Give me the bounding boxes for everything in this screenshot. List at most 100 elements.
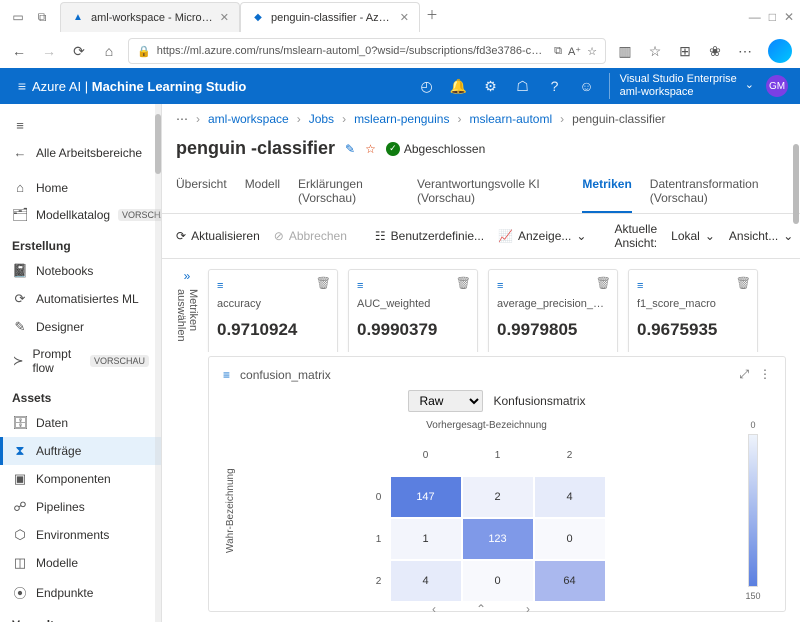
text-size-icon[interactable]: A⁺ — [568, 45, 581, 58]
window-close-icon[interactable]: ✕ — [784, 10, 794, 24]
nav-automl[interactable]: ⟳Automatisiertes ML — [0, 285, 161, 313]
smile-icon[interactable]: ☺ — [577, 78, 597, 94]
nav-refresh-icon[interactable]: ⟳ — [68, 40, 90, 62]
chevron-left-icon[interactable]: ‹ — [432, 602, 436, 616]
breadcrumb-more[interactable]: ⋯ — [176, 112, 188, 126]
metric-card[interactable]: ≡ 🗑 f1_score_macro 0.9675935 — [628, 269, 758, 352]
bing-badge-icon[interactable] — [768, 39, 792, 63]
drag-handle-icon[interactable]: ≡ — [357, 280, 363, 292]
leftnav-scrollbar[interactable] — [155, 114, 161, 174]
menu-icon[interactable]: ≡ — [12, 78, 32, 94]
favorite-star-icon[interactable]: ☆ — [365, 142, 376, 156]
delete-icon[interactable]: 🗑 — [316, 276, 331, 290]
refresh-button[interactable]: ⟳Aktualisieren — [176, 229, 260, 243]
display-button[interactable]: 📈Anzeige...⌄ — [498, 229, 586, 243]
drag-handle-icon[interactable]: ≡ — [223, 368, 230, 382]
more-icon[interactable]: ⋮ — [759, 367, 771, 382]
new-tab-button[interactable]: ＋ — [420, 2, 444, 26]
edit-title-icon[interactable]: ✎ — [345, 142, 355, 156]
reading-list-icon[interactable]: ▥ — [614, 40, 636, 62]
cm-cell: 64 — [535, 561, 605, 601]
cm-mode-select[interactable]: Raw — [408, 390, 483, 412]
workspace-switcher[interactable]: Visual Studio Enterprise aml-workspace ⌄ — [609, 73, 754, 99]
nav-back-workspaces[interactable]: ←Alle Arbeitsbereiche — [0, 139, 161, 166]
chevron-right-icon[interactable]: › — [526, 602, 530, 616]
nav-data[interactable]: 🗄Daten — [0, 409, 161, 437]
nav-promptflow[interactable]: ≻Prompt flowVORSCHAU — [0, 341, 161, 381]
clock-icon[interactable]: ◴ — [417, 78, 437, 95]
gear-icon[interactable]: ⚙ — [481, 78, 501, 95]
page-title: penguin -classifier — [176, 138, 335, 159]
tab-model[interactable]: Modell — [245, 169, 280, 213]
metric-card[interactable]: ≡ 🗑 average_precision_sco... 0.9979805 — [488, 269, 618, 352]
tab-datatransform[interactable]: Datentransformation (Vorschau) — [650, 169, 786, 213]
metric-value: 0.9990379 — [357, 320, 469, 340]
delete-icon[interactable]: 🗑 — [596, 276, 611, 290]
close-tab-icon[interactable]: ✕ — [220, 11, 229, 24]
confusion-matrix-panel: ≡ confusion_matrix ⤢ ⋮ Raw Konfusionsmat… — [208, 356, 786, 612]
nav-environments[interactable]: ⬡Environments — [0, 521, 161, 549]
current-view-value[interactable]: Lokal⌄ — [671, 229, 715, 243]
extension-icon[interactable]: ⊞ — [674, 40, 696, 62]
nav-notebooks[interactable]: 📓Notebooks — [0, 257, 161, 285]
nav-back-icon[interactable]: ← — [8, 40, 30, 62]
hamburger-toggle[interactable]: ≡ — [0, 112, 161, 139]
expand-icon[interactable]: ⤢ — [739, 367, 749, 382]
crumb-experiment[interactable]: mslearn-penguins — [354, 112, 449, 126]
nav-model-catalog[interactable]: 🗂ModellkatalogVORSCHAU — [0, 201, 161, 229]
metric-value: 0.9979805 — [497, 320, 609, 340]
nav-designer[interactable]: ✎Designer — [0, 313, 161, 341]
nav-jobs[interactable]: ⧗Aufträge — [0, 437, 161, 465]
cm-cell: 4 — [535, 477, 605, 517]
window-minimize-icon[interactable]: ― — [749, 10, 761, 24]
drag-handle-icon[interactable]: ≡ — [637, 280, 643, 292]
tab-responsible-ai[interactable]: Verantwortungsvolle KI (Vorschau) — [417, 169, 564, 213]
crumb-workspace[interactable]: aml-workspace — [208, 112, 289, 126]
personal-tab-icon[interactable]: ▭ — [6, 5, 30, 29]
metric-card[interactable]: ≡ 🗑 accuracy 0.9710924 — [208, 269, 338, 352]
current-view-label: Aktuelle Ansicht: — [614, 222, 657, 250]
nav-home-icon[interactable]: ⌂ — [98, 40, 120, 62]
nav-endpoints[interactable]: ⦿Endpunkte — [0, 577, 161, 608]
view-button[interactable]: Ansicht...⌄ — [729, 229, 793, 243]
crumb-jobs[interactable]: Jobs — [309, 112, 334, 126]
metrics-selector-toggle[interactable]: » Metriken auswählen — [176, 269, 198, 342]
drag-handle-icon[interactable]: ≡ — [497, 280, 503, 292]
tab-overview[interactable]: Übersicht — [176, 169, 227, 213]
help-icon[interactable]: ? — [545, 78, 565, 94]
read-aloud-icon[interactable]: ⧉ — [554, 45, 562, 58]
favorites-icon[interactable]: ☆ — [644, 40, 666, 62]
cm-col-1: 1 — [463, 435, 533, 475]
browser-tab-2[interactable]: ◆ penguin-classifier - Azure AI | M ✕ — [240, 2, 420, 32]
drag-handle-icon[interactable]: ≡ — [217, 280, 223, 292]
crumb-parent-run[interactable]: mslearn-automl — [469, 112, 552, 126]
nav-models[interactable]: ◫Modelle — [0, 549, 161, 577]
metric-card[interactable]: ≡ 🗑 AUC_weighted 0.9990379 — [348, 269, 478, 352]
nav-pipelines[interactable]: ☍Pipelines — [0, 493, 161, 521]
metrics-toolbar: ⟳Aktualisieren ⊘Abbrechen ☷Benutzerdefin… — [162, 214, 800, 259]
content-scrollbar[interactable] — [793, 144, 799, 224]
breadcrumb: ⋯› aml-workspace› Jobs› mslearn-penguins… — [162, 104, 800, 134]
nav-components[interactable]: ▣Komponenten — [0, 465, 161, 493]
delete-icon[interactable]: 🗑 — [736, 276, 751, 290]
nav-home[interactable]: ⌂Home — [0, 174, 161, 201]
favorite-icon[interactable]: ☆ — [587, 45, 597, 58]
avatar[interactable]: GM — [766, 75, 788, 97]
browser-tab-1[interactable]: ▲ aml-workspace - Microsoft Azur ✕ — [60, 2, 240, 32]
feedback-icon[interactable]: ☖ — [513, 78, 533, 95]
cm-col-0: 0 — [391, 435, 461, 475]
chevron-down-icon: ⌄ — [576, 229, 586, 243]
delete-icon[interactable]: 🗑 — [456, 276, 471, 290]
address-bar[interactable]: 🔒 https://ml.azure.com/runs/mslearn-auto… — [128, 38, 606, 64]
bell-icon[interactable]: 🔔 — [449, 78, 469, 95]
custom-button[interactable]: ☷Benutzerdefinie... — [375, 229, 484, 243]
window-maximize-icon[interactable]: □ — [769, 10, 776, 24]
close-tab-icon[interactable]: ✕ — [400, 11, 409, 24]
tab-metrics[interactable]: Metriken — [582, 169, 631, 213]
collections-sidebar-icon[interactable]: ❀ — [704, 40, 726, 62]
cm-row-1: 1 — [369, 519, 389, 559]
more-icon[interactable]: ⋯ — [734, 40, 756, 62]
tab-explanations[interactable]: Erklärungen (Vorschau) — [298, 169, 399, 213]
chevron-up-icon[interactable]: ⌃ — [476, 602, 486, 616]
collections-icon[interactable]: ⧉ — [30, 5, 54, 29]
